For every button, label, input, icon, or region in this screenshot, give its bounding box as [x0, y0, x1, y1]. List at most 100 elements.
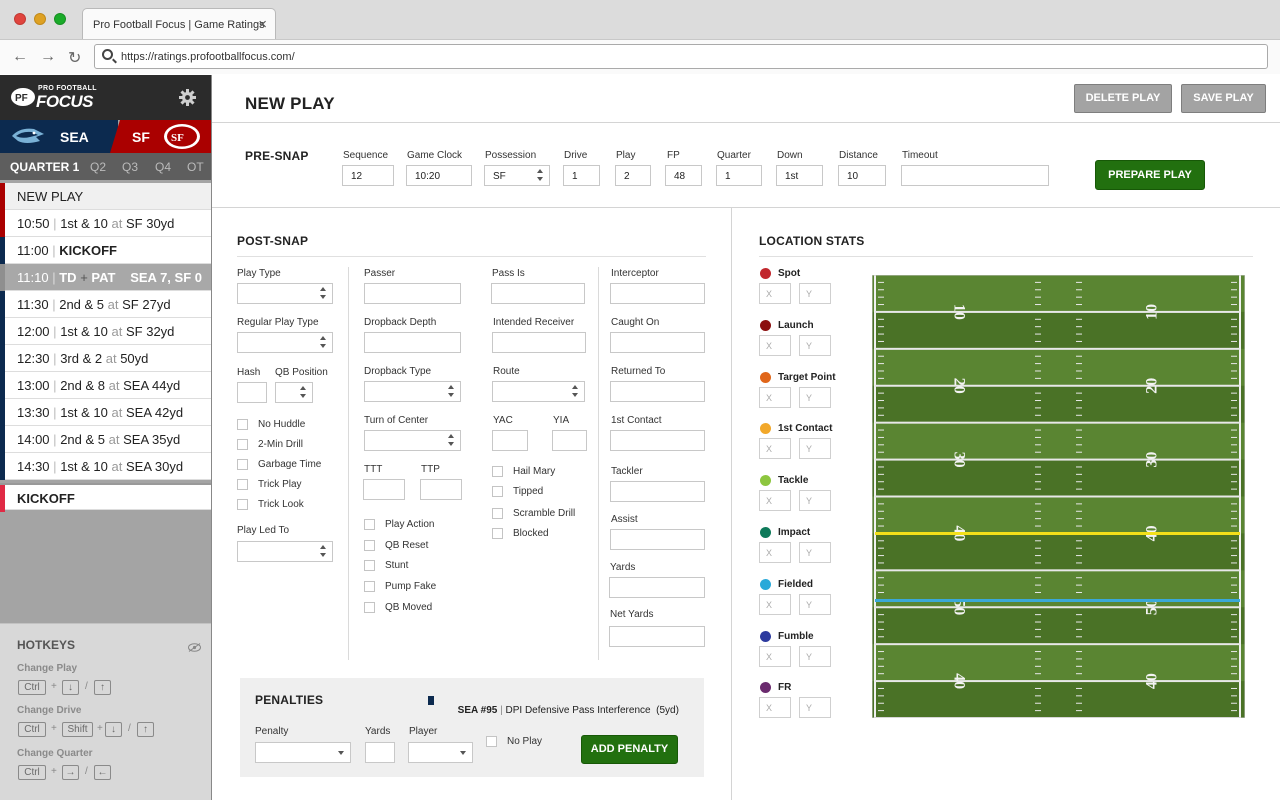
add-penalty-button[interactable]: ADD PENALTY	[581, 735, 678, 764]
no-play-checkbox[interactable]	[486, 736, 497, 747]
yac-field[interactable]	[492, 430, 528, 451]
intended-receiver-field[interactable]	[492, 332, 586, 353]
tab-q3[interactable]: Q3	[122, 160, 138, 174]
play-item[interactable]: 14:00 | 2nd & 5 at SEA 35yd	[0, 426, 211, 453]
play-item[interactable]: 12:30 | 3rd & 2 at 50yd	[0, 345, 211, 372]
tab-close-icon[interactable]: ×	[258, 16, 267, 33]
location-x-field[interactable]: X	[759, 490, 791, 512]
location-x-field[interactable]: X	[759, 386, 791, 408]
pump-fake-checkbox[interactable]	[364, 581, 375, 592]
tackler-field[interactable]	[610, 481, 705, 502]
location-x-field[interactable]: X	[759, 334, 791, 356]
penalty-yards-field[interactable]	[365, 742, 395, 763]
location-y-field[interactable]: Y	[799, 438, 831, 460]
minimize-window-icon[interactable]	[34, 13, 46, 25]
tipped-checkbox[interactable]	[492, 486, 503, 497]
sequence-field[interactable]: 12	[342, 165, 394, 186]
caught-on-field[interactable]	[610, 332, 705, 353]
assist-field[interactable]	[610, 529, 705, 550]
qb-position-select[interactable]	[275, 382, 313, 403]
play-type-select[interactable]	[237, 283, 333, 304]
location-y-field[interactable]: Y	[799, 593, 831, 615]
tab-ot[interactable]: OT	[187, 160, 204, 174]
address-bar[interactable]: https://ratings.profootballfocus.com/	[94, 44, 1268, 69]
eye-hidden-icon[interactable]	[188, 639, 201, 652]
location-y-field[interactable]: Y	[799, 697, 831, 719]
distance-field[interactable]: 10	[838, 165, 886, 186]
play-field[interactable]: 2	[615, 165, 651, 186]
pass-is-field[interactable]	[491, 283, 585, 304]
two-min-drill-checkbox[interactable]	[237, 439, 248, 450]
location-y-field[interactable]: Y	[799, 490, 831, 512]
hail-mary-checkbox[interactable]	[492, 466, 503, 477]
yia-field[interactable]	[552, 430, 587, 451]
forward-arrow-icon[interactable]: →	[40, 48, 56, 66]
passer-field[interactable]	[364, 283, 461, 304]
play-item[interactable]: 11:00 | KICKOFF	[0, 237, 211, 264]
location-x-field[interactable]: X	[759, 645, 791, 667]
dropback-type-select[interactable]	[364, 381, 461, 402]
save-play-button[interactable]: SAVE PLAY	[1181, 84, 1266, 113]
location-y-field[interactable]: Y	[799, 645, 831, 667]
location-x-field[interactable]: X	[759, 283, 791, 304]
play-item[interactable]: 13:00 | 2nd & 8 at SEA 44yd	[0, 372, 211, 399]
play-item-score[interactable]: 11:10 | TD + PAT SEA 7, SF 0	[0, 264, 211, 291]
garbage-time-checkbox[interactable]	[237, 459, 248, 470]
location-y-field[interactable]: Y	[799, 542, 831, 563]
play-item[interactable]: 13:30 | 1st & 10 at SEA 42yd	[0, 399, 211, 426]
tab-quarter-1[interactable]: QUARTER 1	[10, 160, 79, 174]
tab-q4[interactable]: Q4	[155, 160, 171, 174]
down-field[interactable]: 1st	[776, 165, 823, 186]
hash-field[interactable]	[237, 382, 267, 403]
play-item[interactable]: 14:30 | 1st & 10 at SEA 30yd	[0, 453, 211, 480]
close-window-icon[interactable]	[14, 13, 26, 25]
qb-moved-checkbox[interactable]	[364, 602, 375, 613]
location-y-field[interactable]: Y	[799, 283, 831, 304]
back-arrow-icon[interactable]: ←	[12, 48, 28, 66]
trick-look-checkbox[interactable]	[237, 499, 248, 510]
stunt-checkbox[interactable]	[364, 560, 375, 571]
quarter-field[interactable]: 1	[716, 165, 762, 186]
location-x-field[interactable]: X	[759, 593, 791, 615]
play-item[interactable]: 12:00 | 1st & 10 at SF 32yd	[0, 318, 211, 345]
scramble-drill-checkbox[interactable]	[492, 508, 503, 519]
no-huddle-checkbox[interactable]	[237, 419, 248, 430]
tab-q2[interactable]: Q2	[90, 160, 106, 174]
interceptor-field[interactable]	[610, 283, 705, 304]
drive-kickoff-item[interactable]: KICKOFF	[0, 483, 211, 512]
possession-select[interactable]: SF	[484, 165, 550, 186]
delete-play-button[interactable]: DELETE PLAY	[1074, 84, 1172, 113]
penalty-select[interactable]	[255, 742, 351, 763]
regular-play-type-select[interactable]	[237, 332, 333, 353]
football-field[interactable]: 10 20 30 40 50 40 10 20 30 40 50 40	[871, 274, 1246, 719]
play-led-to-select[interactable]	[237, 541, 333, 562]
qb-reset-checkbox[interactable]	[364, 540, 375, 551]
dropback-depth-field[interactable]	[364, 332, 461, 353]
returned-to-field[interactable]	[610, 381, 705, 402]
drive-field[interactable]: 1	[563, 165, 600, 186]
location-x-field[interactable]: X	[759, 438, 791, 460]
fp-field[interactable]: 48	[665, 165, 702, 186]
location-y-field[interactable]: Y	[799, 334, 831, 356]
maximize-window-icon[interactable]	[54, 13, 66, 25]
team-sea[interactable]: SEA	[0, 120, 118, 153]
yards-field[interactable]	[609, 577, 705, 598]
prepare-play-button[interactable]: PREPARE PLAY	[1095, 160, 1205, 190]
ttp-field[interactable]	[420, 479, 462, 500]
play-action-checkbox[interactable]	[364, 519, 375, 530]
reload-icon[interactable]: ↻	[68, 48, 81, 68]
penalty-player-select[interactable]	[408, 742, 473, 763]
play-item[interactable]: 11:30 | 2nd & 5 at SF 27yd	[0, 291, 211, 318]
play-item[interactable]: 10:50 | 1st & 10 at SF 30yd	[0, 210, 211, 237]
browser-tab[interactable]: Pro Football Focus | Game Ratings ×	[82, 8, 276, 39]
net-yards-field[interactable]	[609, 626, 705, 647]
ttt-field[interactable]	[363, 479, 405, 500]
location-x-field[interactable]: X	[759, 542, 791, 563]
first-contact-field[interactable]	[610, 430, 705, 451]
blocked-checkbox[interactable]	[492, 528, 503, 539]
location-y-field[interactable]: Y	[799, 386, 831, 408]
gear-icon[interactable]	[179, 89, 196, 106]
route-select[interactable]	[492, 381, 585, 402]
new-play-item[interactable]: NEW PLAY	[0, 183, 211, 210]
turn-of-center-select[interactable]	[364, 430, 461, 451]
